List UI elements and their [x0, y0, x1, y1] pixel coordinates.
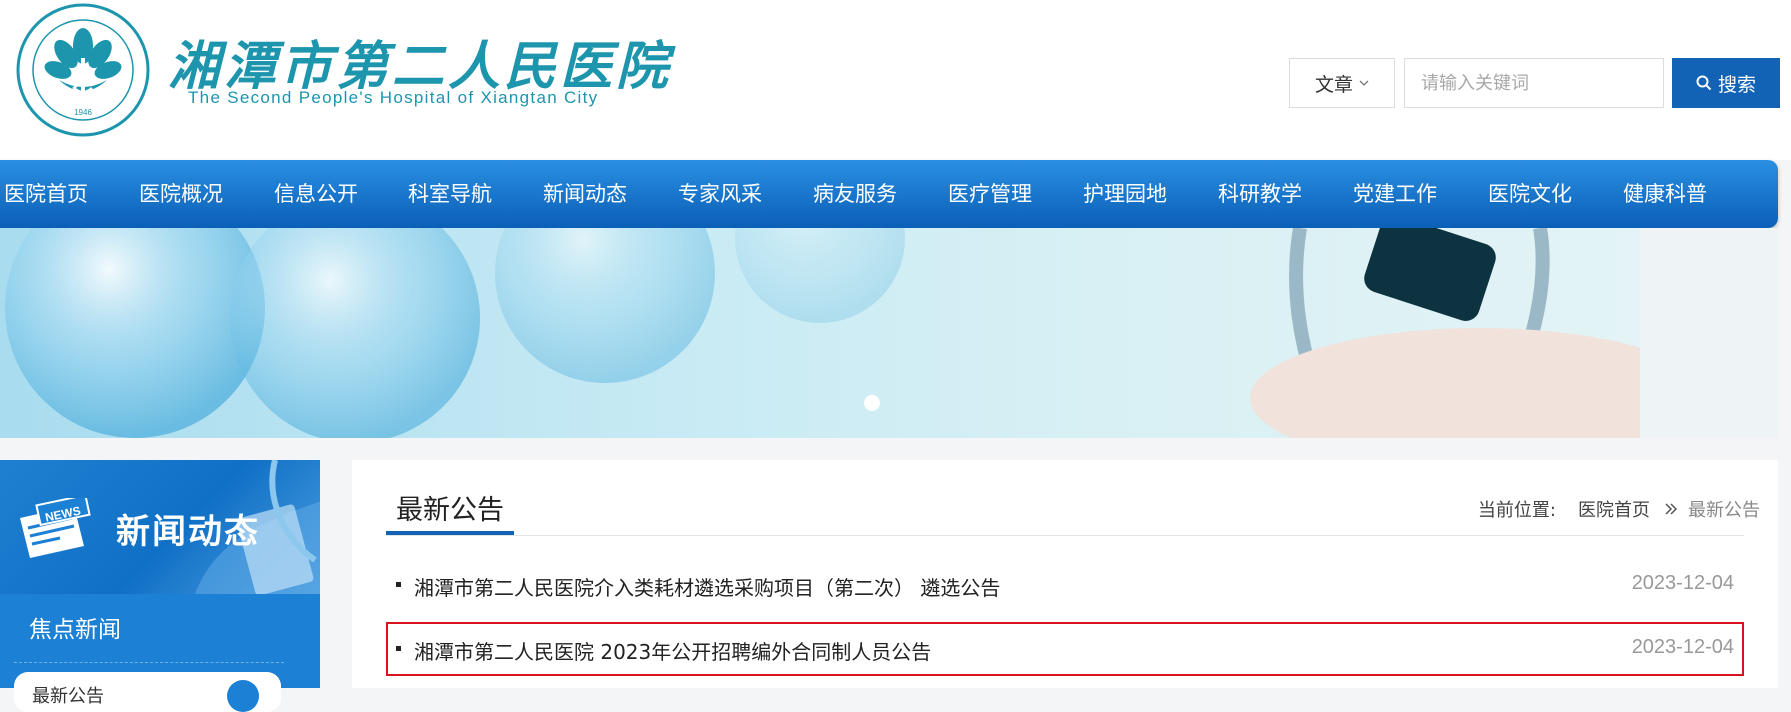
sidebar-item-focus-news[interactable]: 焦点新闻: [29, 610, 121, 644]
search-button[interactable]: 搜索: [1672, 58, 1780, 108]
nav-item-hospital-culture[interactable]: 医院文化: [1488, 160, 1572, 228]
site-header: 1946 湘潭市第二人民医院 The Second People's Hospi…: [0, 0, 1791, 160]
carousel-dot[interactable]: [863, 394, 881, 412]
chevron-down-icon: [1359, 80, 1369, 86]
news-title[interactable]: 湘潭市第二人民医院 2023年公开招聘编外合同制人员公告: [414, 636, 931, 665]
sidebar-divider: [14, 662, 284, 663]
nav-item-party-work[interactable]: 党建工作: [1353, 160, 1437, 228]
search-icon: [1696, 75, 1712, 91]
news-paper-icon: NEWS: [20, 498, 91, 558]
news-date: 2023-12-04: [1631, 572, 1734, 594]
title-divider: [386, 535, 1744, 536]
nav-item-research-teaching[interactable]: 科研教学: [1218, 160, 1302, 228]
breadcrumb: 当前位置: 医院首页 最新公告: [1478, 496, 1760, 522]
news-list-item[interactable]: 湘潭市第二人民医院介入类耗材遴选采购项目（第二次） 遴选公告 2023-12-0…: [386, 558, 1744, 612]
main-nav: 医院首页 医院概况 信息公开 科室导航 新闻动态 专家风采 病友服务 医疗管理 …: [0, 160, 1778, 228]
nav-item-info-disclosure[interactable]: 信息公开: [274, 160, 358, 228]
bullet-icon: [396, 646, 401, 651]
search-type-label: 文章: [1314, 73, 1353, 96]
content-panel: 最新公告 当前位置: 医院首页 最新公告 湘潭市第二人民医院介入类耗材遴选采购项…: [352, 460, 1778, 688]
search-type-select[interactable]: 文章: [1289, 58, 1395, 108]
sidebar-sub-label: 最新公告: [32, 686, 104, 707]
hospital-emblem-icon[interactable]: 1946: [14, 2, 152, 138]
breadcrumb-label: 当前位置:: [1477, 500, 1556, 521]
news-title[interactable]: 湘潭市第二人民医院介入类耗材遴选采购项目（第二次） 遴选公告: [414, 572, 1000, 601]
breadcrumb-current: 最新公告: [1688, 500, 1760, 521]
hero-banner[interactable]: [0, 228, 1778, 438]
search-button-label: 搜索: [1717, 73, 1756, 96]
sidebar-title: 新闻动态: [116, 512, 260, 552]
sidebar: NEWS 新闻动态 焦点新闻 最新公告: [0, 460, 320, 712]
banner-illustration: [5, 228, 1778, 438]
sidebar-item-latest-announcement[interactable]: 最新公告: [14, 672, 281, 712]
nav-item-health-education[interactable]: 健康科普: [1623, 160, 1707, 228]
arrow-circle-icon: [227, 680, 259, 712]
nav-item-news[interactable]: 新闻动态: [543, 160, 627, 228]
breadcrumb-home-link[interactable]: 医院首页: [1578, 496, 1650, 522]
nav-item-home[interactable]: 医院首页: [4, 160, 88, 228]
nav-item-experts[interactable]: 专家风采: [678, 160, 762, 228]
hospital-name-en[interactable]: The Second People's Hospital of Xiangtan…: [188, 88, 598, 108]
double-chevron-right-icon: [1665, 503, 1678, 515]
bullet-icon: [396, 582, 401, 587]
nav-item-patient-services[interactable]: 病友服务: [813, 160, 897, 228]
news-list-item-highlighted[interactable]: 湘潭市第二人民医院 2023年公开招聘编外合同制人员公告 2023-12-04: [386, 622, 1744, 676]
sidebar-header: NEWS 新闻动态: [0, 460, 320, 594]
page-title: 最新公告: [396, 495, 504, 526]
search-input[interactable]: [1404, 58, 1664, 108]
nav-item-nursing[interactable]: 护理园地: [1083, 160, 1167, 228]
nav-item-medical-management[interactable]: 医疗管理: [948, 160, 1032, 228]
news-date: 2023-12-04: [1631, 636, 1734, 658]
svg-text:1946: 1946: [74, 108, 92, 117]
nav-item-overview[interactable]: 医院概况: [139, 160, 223, 228]
nav-item-departments[interactable]: 科室导航: [408, 160, 492, 228]
